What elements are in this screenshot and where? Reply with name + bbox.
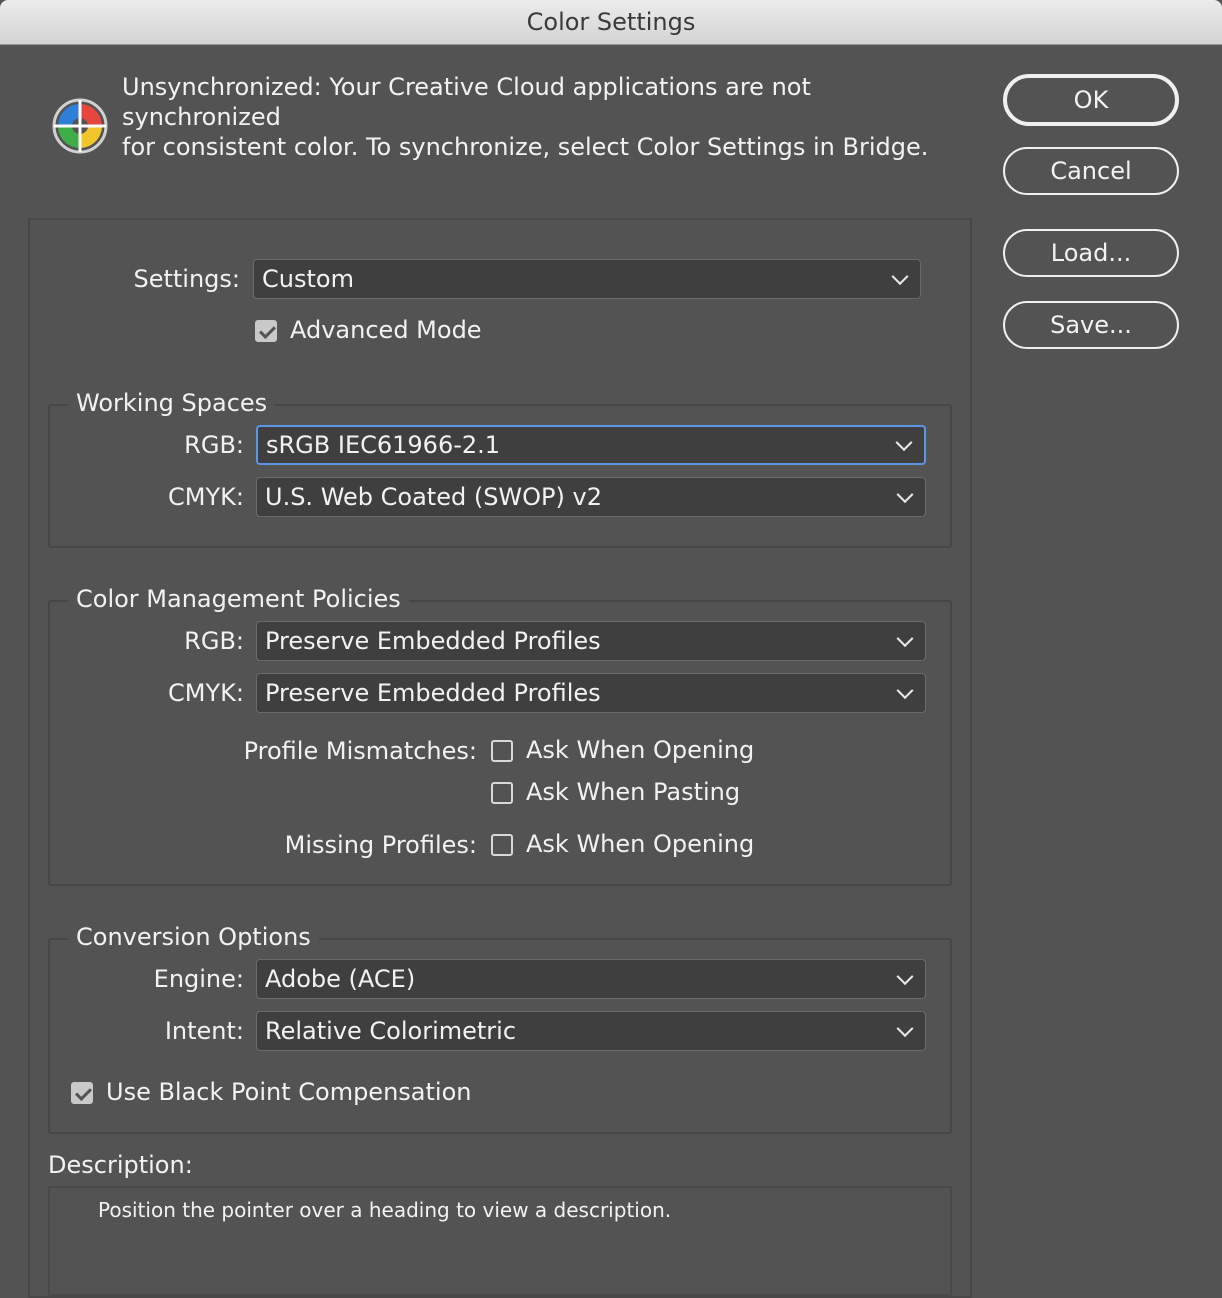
- policy-cmyk-select[interactable]: Preserve Embedded Profiles: [256, 673, 926, 713]
- sync-message: Unsynchronized: Your Creative Cloud appl…: [122, 72, 972, 162]
- color-settings-sync-icon: [52, 98, 108, 154]
- policy-rgb-label: RGB:: [184, 627, 244, 655]
- ws-cmyk-label: CMYK:: [168, 483, 244, 511]
- ws-cmyk-select[interactable]: U.S. Web Coated (SWOP) v2: [256, 477, 926, 517]
- settings-select[interactable]: Custom: [253, 259, 921, 299]
- policy-cmyk-value: Preserve Embedded Profiles: [265, 679, 601, 707]
- mismatch-ask-opening-label: Ask When Opening: [526, 736, 755, 764]
- sync-message-line-1: Unsynchronized: Your Creative Cloud appl…: [122, 73, 811, 131]
- window-title: Color Settings: [526, 8, 696, 36]
- intent-select[interactable]: Relative Colorimetric: [256, 1011, 926, 1051]
- window-title-bar: Color Settings: [0, 0, 1222, 45]
- sync-message-line-2: for consistent color. To synchronize, se…: [122, 133, 929, 161]
- cancel-button[interactable]: Cancel: [1003, 147, 1179, 195]
- description-box: Position the pointer over a heading to v…: [48, 1186, 952, 1296]
- chevron-down-icon: [891, 268, 909, 286]
- chevron-down-icon: [895, 434, 913, 452]
- missing-ask-opening-checkbox[interactable]: [491, 834, 513, 856]
- load-button[interactable]: Load...: [1003, 229, 1179, 277]
- working-spaces-title: Working Spaces: [68, 389, 276, 417]
- policy-rgb-value: Preserve Embedded Profiles: [265, 627, 601, 655]
- conversion-title: Conversion Options: [68, 923, 319, 951]
- intent-label: Intent:: [164, 1017, 244, 1045]
- description-text: Position the pointer over a heading to v…: [98, 1198, 672, 1222]
- engine-value: Adobe (ACE): [265, 965, 416, 993]
- profile-mismatches-label: Profile Mismatches:: [243, 737, 477, 765]
- ws-rgb-label: RGB:: [184, 431, 244, 459]
- black-point-compensation-checkbox[interactable]: [71, 1082, 93, 1104]
- policy-rgb-select[interactable]: Preserve Embedded Profiles: [256, 621, 926, 661]
- settings-label: Settings:: [133, 265, 240, 293]
- mismatch-ask-pasting-label: Ask When Pasting: [526, 778, 741, 806]
- settings-select-value: Custom: [262, 265, 354, 293]
- mismatch-ask-pasting-checkbox[interactable]: [491, 782, 513, 804]
- advanced-mode-checkbox[interactable]: [255, 320, 277, 342]
- save-button[interactable]: Save...: [1003, 301, 1179, 349]
- engine-label: Engine:: [153, 965, 244, 993]
- mismatch-ask-opening-checkbox[interactable]: [491, 740, 513, 762]
- chevron-down-icon: [896, 682, 914, 700]
- ok-button[interactable]: OK: [1003, 74, 1179, 126]
- advanced-mode-label: Advanced Mode: [290, 316, 482, 344]
- chevron-down-icon: [896, 1020, 914, 1038]
- ws-cmyk-value: U.S. Web Coated (SWOP) v2: [265, 483, 602, 511]
- chevron-down-icon: [896, 630, 914, 648]
- intent-value: Relative Colorimetric: [265, 1017, 517, 1045]
- missing-ask-opening-label: Ask When Opening: [526, 830, 755, 858]
- chevron-down-icon: [896, 968, 914, 986]
- policies-title: Color Management Policies: [68, 585, 409, 613]
- ws-rgb-value: sRGB IEC61966-2.1: [266, 431, 501, 459]
- description-label: Description:: [48, 1151, 193, 1179]
- chevron-down-icon: [896, 486, 914, 504]
- policy-cmyk-label: CMYK:: [168, 679, 244, 707]
- engine-select[interactable]: Adobe (ACE): [256, 959, 926, 999]
- black-point-compensation-label: Use Black Point Compensation: [106, 1078, 472, 1106]
- ws-rgb-select[interactable]: sRGB IEC61966-2.1: [256, 425, 926, 465]
- missing-profiles-label: Missing Profiles:: [284, 831, 477, 859]
